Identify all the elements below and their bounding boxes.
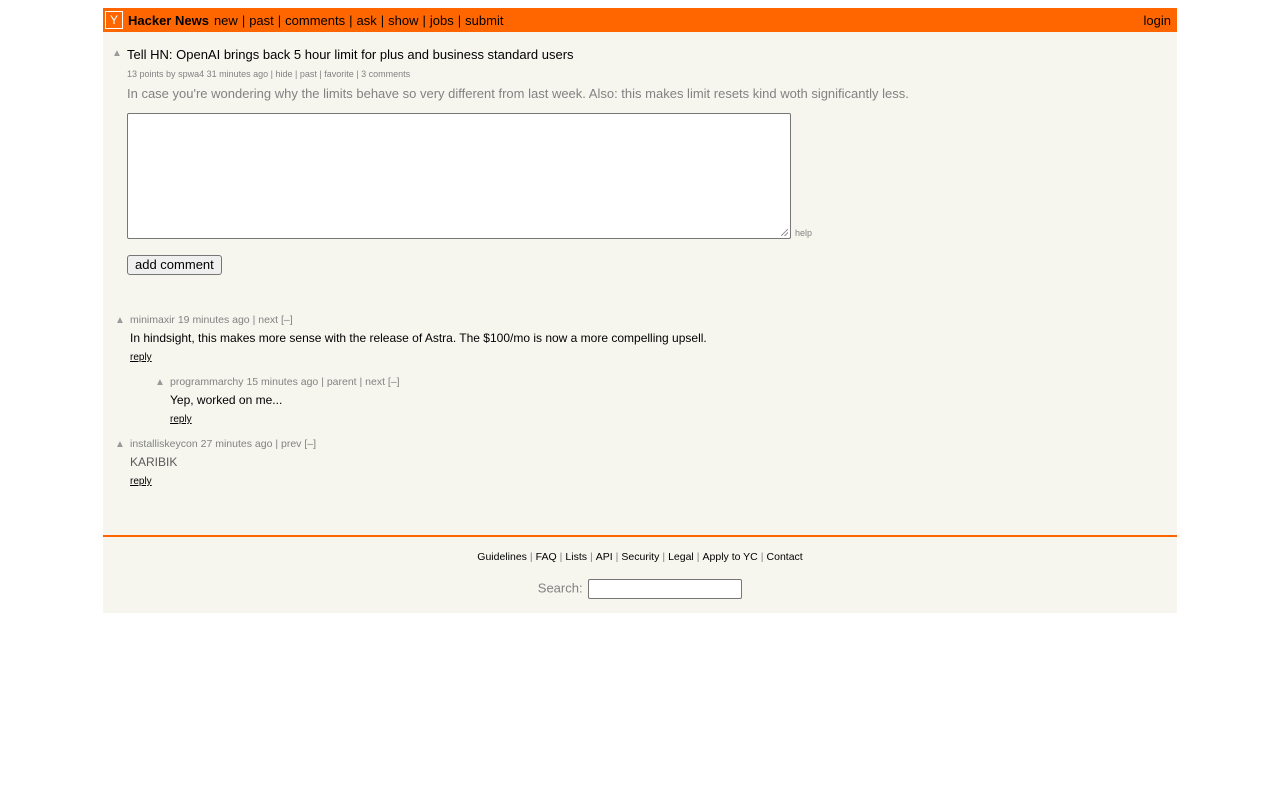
nav-separator: |: [277, 12, 282, 28]
footer-links: Guidelines | FAQ | Lists | API | Security | Legal |…: [103, 551, 1177, 563]
footer-lists-link[interactable]: Lists: [565, 551, 587, 563]
nav-submit-link[interactable]: submit: [465, 13, 503, 28]
nav-separator: |: [422, 12, 426, 28]
footer-api-link[interactable]: API: [596, 551, 613, 563]
favorite-link[interactable]: favorite: [324, 69, 354, 79]
comment-nav[interactable]: | next [–]: [253, 314, 293, 326]
reply-link[interactable]: reply: [130, 476, 152, 487]
footer-separator: |: [760, 551, 764, 563]
comment-nav[interactable]: | prev [–]: [275, 438, 316, 450]
nav-comments-link[interactable]: comments: [285, 13, 345, 28]
comment-age-link[interactable]: 27 minutes ago: [201, 438, 273, 450]
upvote-arrow-icon[interactable]: ▲: [115, 316, 125, 326]
comment-text: Yep, worked on me...: [170, 393, 283, 407]
footer-faq-link[interactable]: FAQ: [536, 551, 557, 563]
comment-user-link[interactable]: installiskeycon: [130, 438, 198, 450]
footer-apply-link[interactable]: Apply to YC: [703, 551, 758, 563]
nav-new-link[interactable]: new: [214, 13, 238, 28]
story-points: 13 points: [127, 69, 164, 79]
comment-age-link[interactable]: 15 minutes ago: [246, 376, 318, 388]
nav-separator: |: [241, 12, 246, 28]
comment-nav[interactable]: | parent | next [–]: [321, 376, 399, 388]
nav-show-link[interactable]: show: [388, 13, 418, 28]
login-link[interactable]: login: [1144, 13, 1171, 28]
nav-separator: |: [349, 12, 353, 28]
footer-separator: |: [590, 551, 593, 563]
footer-guidelines-link[interactable]: Guidelines: [477, 551, 527, 563]
upvote-arrow-icon[interactable]: ▲: [155, 378, 165, 388]
comment-textarea[interactable]: [127, 113, 791, 239]
past-link[interactable]: past: [300, 69, 317, 79]
story-user-link[interactable]: spwa4: [178, 69, 204, 79]
reply-link[interactable]: reply: [130, 352, 152, 363]
site-name-link[interactable]: Hacker News: [128, 13, 209, 28]
comment-user-link[interactable]: minimaxir: [130, 314, 175, 326]
footer-separator: |: [529, 551, 533, 563]
story-age-link[interactable]: 31 minutes ago: [207, 69, 269, 79]
nav-links: new | past | comments | ask | show | jobs | submit: [214, 13, 504, 28]
formatting-help-link[interactable]: help: [795, 228, 812, 238]
footer-separator: |: [662, 551, 666, 563]
search-input[interactable]: [588, 579, 743, 599]
comment-text: KARIBIK: [130, 455, 178, 469]
hide-link[interactable]: hide: [276, 69, 293, 79]
nav-jobs-link[interactable]: jobs: [430, 13, 454, 28]
comment-header: installiskeycon 27 minutes ago | prev [–…: [130, 438, 316, 450]
comment-user-link[interactable]: programmarchy: [170, 376, 244, 388]
nav-separator: |: [380, 12, 385, 28]
footer-contact-link[interactable]: Contact: [767, 551, 803, 563]
nav-separator: |: [457, 12, 462, 28]
top-bar: Y Hacker News new | past | comments | ask | show…: [103, 8, 1177, 32]
main-container: Y Hacker News new | past | comments | ask | show…: [103, 8, 1177, 613]
footer-separator: |: [696, 551, 700, 563]
comment-header: minimaxir 19 minutes ago | next [–]: [130, 314, 293, 326]
comment-text: In hindsight, this makes more sense with…: [130, 331, 707, 345]
comment-header: programmarchy 15 minutes ago | parent | …: [170, 376, 400, 388]
story-subtext: 13 points by spwa4 31 minutes ago | hide…: [127, 69, 411, 79]
upvote-arrow-icon[interactable]: ▲: [115, 440, 125, 450]
footer-security-link[interactable]: Security: [621, 551, 659, 563]
footer-divider: [103, 535, 1177, 537]
story-title[interactable]: Tell HN: OpenAI brings back 5 hour limit…: [127, 47, 574, 62]
story-text: In case you're wondering why the limits …: [127, 86, 909, 101]
upvote-arrow-icon[interactable]: ▲: [112, 49, 122, 59]
footer-legal-link[interactable]: Legal: [668, 551, 694, 563]
story-by-label: by: [166, 69, 176, 79]
search-row: Search:: [103, 579, 1177, 599]
nav-ask-link[interactable]: ask: [357, 13, 377, 28]
logo[interactable]: Y: [105, 11, 123, 29]
comment-age-link[interactable]: 19 minutes ago: [178, 314, 250, 326]
add-comment-button[interactable]: add comment: [127, 255, 222, 275]
nav-past-link[interactable]: past: [249, 13, 274, 28]
comments-count-link[interactable]: 3 comments: [361, 69, 410, 79]
search-label: Search:: [537, 580, 583, 596]
reply-link[interactable]: reply: [170, 414, 192, 425]
